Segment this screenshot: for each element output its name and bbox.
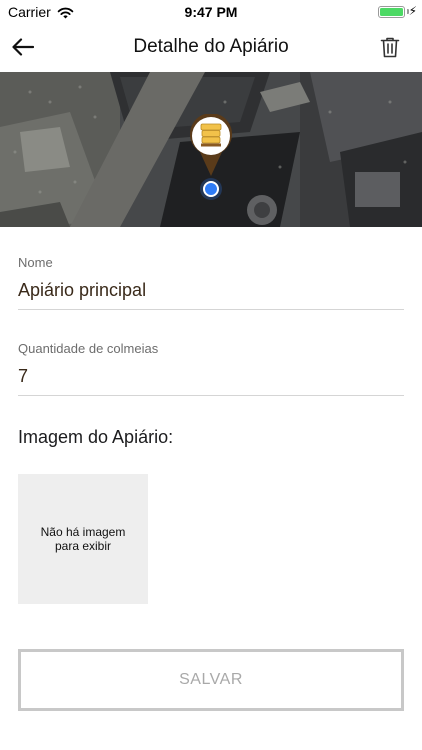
save-button-label: SALVAR — [179, 671, 243, 688]
hive-count-field[interactable]: Quantidade de colmeias 7 — [18, 341, 404, 396]
name-underline — [18, 309, 404, 310]
charging-bolt-icon: ⚡︎ — [408, 4, 417, 18]
beehive-pin-icon[interactable] — [188, 114, 234, 178]
apiary-detail-screen: Carrier 9:47 PM ⚡︎ Detalhe do Apiário No… — [0, 0, 422, 750]
delete-button[interactable] — [380, 36, 400, 58]
no-image-text: Não há imagem para exibir — [40, 525, 126, 553]
current-location-dot — [203, 181, 219, 197]
apiary-image-placeholder[interactable]: Não há imagem para exibir — [18, 474, 148, 604]
hive-count-label: Quantidade de colmeias — [18, 341, 159, 356]
name-label: Nome — [18, 255, 53, 270]
battery-level — [380, 8, 403, 16]
navigation-bar: Detalhe do Apiário — [0, 24, 422, 72]
battery-icon — [378, 6, 405, 18]
hive-count-underline — [18, 395, 404, 396]
save-button[interactable]: SALVAR — [18, 649, 404, 711]
name-input[interactable]: Apiário principal — [18, 280, 404, 301]
satellite-map[interactable] — [0, 72, 422, 227]
image-section-heading: Imagem do Apiário: — [18, 427, 174, 447]
page-title: Detalhe do Apiário — [133, 36, 289, 57]
status-bar: Carrier 9:47 PM ⚡︎ — [0, 0, 422, 24]
clock: 9:47 PM — [184, 4, 238, 20]
hive-count-input[interactable]: 7 — [18, 366, 404, 387]
name-field[interactable]: Nome Apiário principal — [18, 255, 404, 310]
trash-icon — [380, 37, 400, 58]
